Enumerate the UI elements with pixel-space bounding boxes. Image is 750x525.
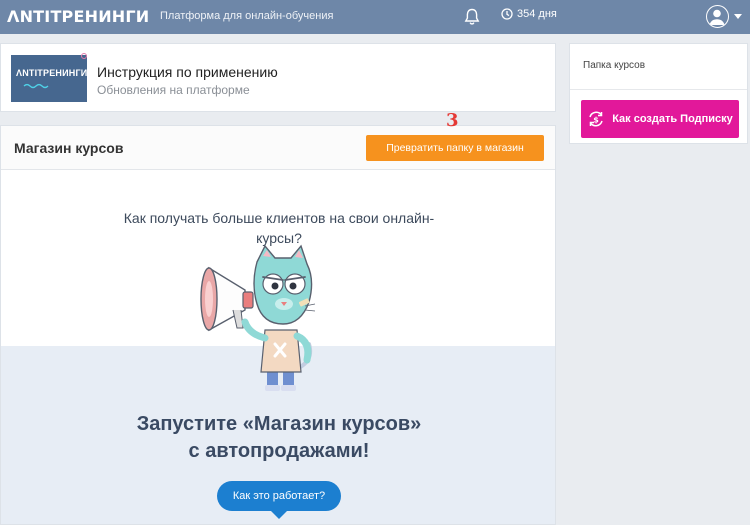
store-title: Магазин курсов (14, 140, 124, 156)
course-folder-link[interactable]: Папка курсов (583, 60, 645, 71)
instructions-card[interactable]: ΛNTITPEHИНГИ Инструкция по применению Об… (0, 43, 556, 112)
tagline: Платформа для онлайн-обучения (160, 10, 334, 22)
headline-line-1: Запустите «Магазин курсов» (136, 413, 422, 435)
currency-refresh-icon: $ (589, 111, 603, 127)
brand-logo[interactable]: ΛNTITPEHИНГИ (7, 7, 149, 26)
create-subscription-label: Как создать Подписку (612, 113, 733, 125)
user-icon[interactable] (706, 5, 729, 28)
instructions-subtitle: Обновления на платформе (97, 83, 250, 97)
clock-icon (501, 8, 513, 20)
thumbnail-brand: ΛNTITPEHИНГИ (16, 68, 88, 78)
promo-question: Как получать больше клиентов на свои онл… (123, 210, 435, 246)
subscription-days[interactable]: 354 дня (501, 8, 557, 20)
wave-icon (23, 83, 49, 89)
course-store-card: Магазин курсов Превратить папку в магази… (0, 125, 556, 525)
thumbnail-dot-icon (81, 53, 87, 59)
bell-icon[interactable] (464, 8, 480, 26)
instructions-title[interactable]: Инструкция по применению (97, 64, 278, 80)
svg-text:$: $ (593, 116, 599, 125)
store-header: Магазин курсов Превратить папку в магази… (1, 126, 555, 170)
course-thumbnail[interactable]: ΛNTITPEHИНГИ (11, 53, 88, 102)
top-bar: ΛNTITPEHИНГИ Платформа для онлайн-обучен… (0, 0, 750, 34)
convert-folder-button[interactable]: Превратить папку в магазин (366, 135, 544, 161)
how-it-works-button[interactable]: Как это работает? (217, 481, 341, 511)
step-number-marker: 3 (446, 110, 459, 131)
sidebar-divider (570, 89, 747, 90)
days-left-label: 354 дня (517, 8, 557, 20)
cat-megaphone-illustration (200, 244, 316, 391)
how-it-works-pointer (271, 511, 287, 519)
sidebar-card: Папка курсов $ Как создать Подписку (569, 43, 748, 144)
chevron-down-icon[interactable] (734, 14, 742, 19)
create-subscription-button[interactable]: $ Как создать Подписку (581, 100, 739, 138)
promo-headline: Запустите «Магазин курсов» с автопродажа… (81, 411, 477, 465)
headline-line-2: с автопродажами! (188, 440, 370, 462)
